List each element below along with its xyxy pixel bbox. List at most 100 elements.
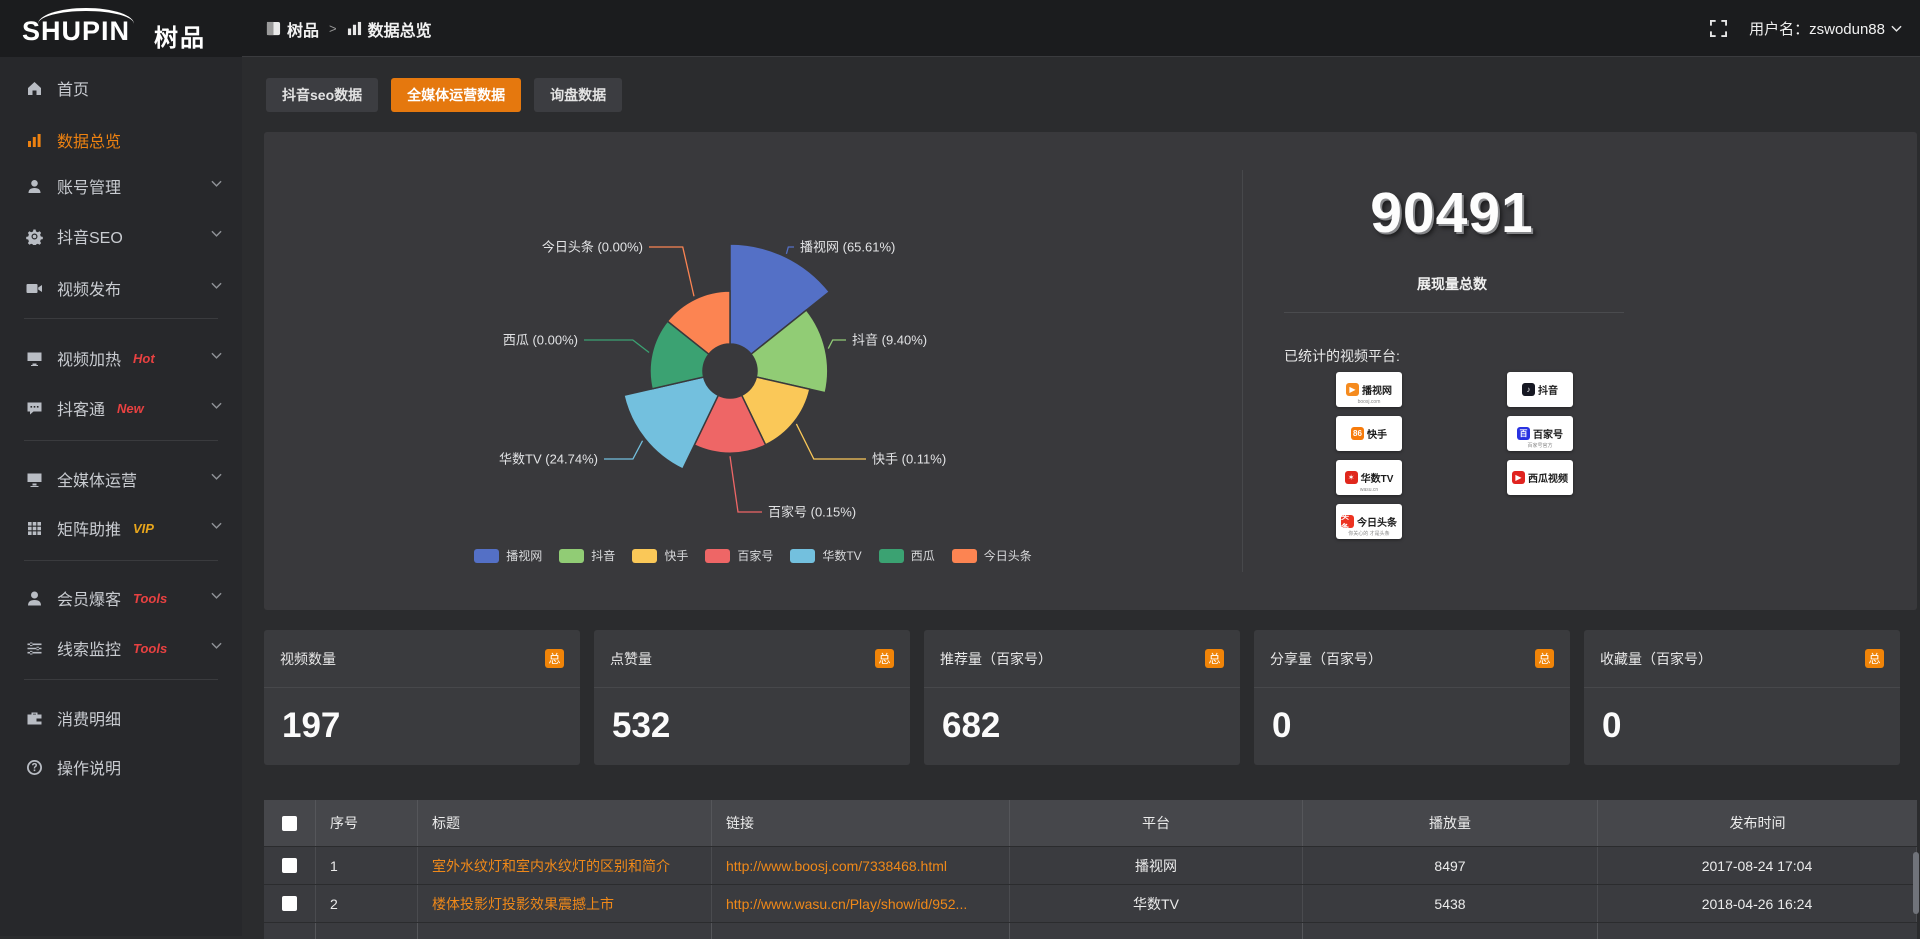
sidebar-item-8[interactable]: 全媒体运营 — [0, 459, 242, 499]
legend-item-快手[interactable]: 快手 — [632, 547, 688, 564]
legend-label: 快手 — [664, 547, 688, 564]
platform-logo-boosj-logo[interactable]: ▶ 播视网boosj.com — [1336, 372, 1402, 407]
platform-logo-kuaishou-logo[interactable]: 86 快手 — [1336, 416, 1402, 451]
tab-1[interactable]: 抖音seo数据 — [266, 78, 378, 112]
stat-card-2: 点赞量 总 532 — [594, 630, 910, 765]
stat-card-value: 532 — [612, 706, 670, 746]
pie-label-line — [786, 247, 794, 254]
cell-platform: 华数TV — [1010, 885, 1303, 922]
cell-plays: 5438 — [1303, 885, 1598, 922]
pie-label-播视网: 播视网 (65.61%) — [800, 240, 895, 255]
platform-name: 华数TV — [1361, 470, 1394, 485]
breadcrumb: 树品 > 数据总览 — [266, 0, 432, 57]
cell-time: 2017-08-24 17:04 — [1598, 847, 1917, 884]
cell-title-link[interactable]: 楼体投影灯投影效果震撼上市 — [418, 885, 712, 922]
sidebar-item-9[interactable]: 矩阵助推VIP — [0, 508, 242, 548]
pie-slice-华数TV[interactable] — [624, 377, 718, 469]
stat-card-header: 推荐量（百家号） 总 — [924, 630, 1240, 688]
tab-2[interactable]: 全媒体运营数据 — [391, 78, 521, 112]
total-badge[interactable]: 总 — [875, 649, 894, 668]
sidebar-item-label: 视频发布 — [57, 276, 121, 300]
overview-panel: 播视网 (65.61%)抖音 (9.40%)快手 (0.11%)百家号 (0.1… — [264, 132, 1917, 610]
legend-item-西瓜[interactable]: 西瓜 — [879, 547, 935, 564]
sidebar-item-5[interactable]: 视频发布 — [0, 268, 242, 308]
sidebar-item-badge: Hot — [133, 351, 155, 366]
legend-swatch — [474, 549, 499, 563]
stat-card-label: 视频数量 — [280, 649, 336, 669]
row-select-cell — [264, 847, 316, 884]
data-tabs: 抖音seo数据全媒体运营数据询盘数据 — [266, 78, 622, 112]
stat-card-value: 682 — [942, 706, 1000, 746]
cell-title-link[interactable]: 室外水纹灯和室内水纹灯的区别和简介 — [418, 847, 712, 884]
breadcrumb-item-current[interactable]: 数据总览 — [347, 17, 432, 41]
sidebar-divider — [24, 318, 218, 319]
user-menu[interactable]: 用户名：zswodun88 — [1749, 18, 1902, 39]
chevron-down-icon — [211, 180, 222, 188]
sidebar-item-12[interactable]: 消费明细 — [0, 698, 242, 738]
main-content: 抖音seo数据全媒体运营数据询盘数据 播视网 (65.61%)抖音 (9.40%… — [242, 57, 1920, 936]
total-badge[interactable]: 总 — [545, 649, 564, 668]
sidebar-item-label: 消费明细 — [57, 706, 121, 730]
legend-item-今日头条[interactable]: 今日头条 — [952, 547, 1032, 564]
sidebar: 首页数据总览账号管理抖音SEO 视频发布视频加热Hot 抖客通New 全媒体运营矩阵助… — [0, 57, 242, 936]
rose-chart-svg: 播视网 (65.61%)抖音 (9.40%)快手 (0.11%)百家号 (0.1… — [264, 132, 1242, 572]
sidebar-item-label: 账号管理 — [57, 174, 121, 198]
sidebar-item-label: 抖客通 — [57, 396, 105, 420]
chat-bubble-icon — [26, 400, 43, 417]
pie-label-快手: 快手 (0.11%) — [872, 452, 946, 467]
col-header-link: 链接 — [712, 800, 1010, 846]
select-all-checkbox[interactable] — [282, 816, 297, 831]
legend-swatch — [559, 549, 584, 563]
legend-swatch — [705, 549, 730, 563]
fullscreen-icon[interactable] — [1710, 20, 1727, 37]
cell-url-link[interactable]: http://www.wasu.cn/Play/show/id/952... — [712, 885, 1010, 922]
sidebar-item-11[interactable]: 线索监控Tools — [0, 628, 242, 668]
chart-legend: 播视网 抖音 快手 百家号 华数TV 西瓜 今日头条 — [264, 547, 1242, 564]
legend-swatch — [879, 549, 904, 563]
platform-logo-wasu-logo[interactable]: ✶ 华数TVwasu.cn — [1336, 460, 1402, 495]
platform-logo-xigua-logo[interactable]: ▶ 西瓜视频 — [1507, 460, 1573, 495]
row-checkbox[interactable] — [282, 858, 297, 873]
sidebar-item-2[interactable]: 数据总览 — [0, 120, 242, 160]
sidebar-item-3[interactable]: 账号管理 — [0, 166, 242, 206]
app-logo[interactable]: SHUPIN 树品 — [16, 8, 226, 50]
sidebar-item-6[interactable]: 视频加热Hot — [0, 338, 242, 378]
baijiahao-logo: 百 — [1517, 427, 1530, 440]
tab-3[interactable]: 询盘数据 — [534, 78, 622, 112]
platform-logo-baijiahao-logo[interactable]: 百 百家号百家号官方 — [1507, 416, 1573, 451]
page-scrollbar[interactable] — [1913, 0, 1919, 936]
legend-item-百家号[interactable]: 百家号 — [705, 547, 773, 564]
sidebar-item-1[interactable]: 首页 — [0, 68, 242, 108]
legend-swatch — [790, 549, 815, 563]
platform-logo-douyin-logo[interactable]: ♪ 抖音 — [1507, 372, 1573, 407]
sidebar-item-13[interactable]: 操作说明 — [0, 747, 242, 787]
table-row-2: 2 楼体投影灯投影效果震撼上市 http://www.wasu.cn/Play/… — [264, 885, 1917, 922]
wallet-icon — [26, 710, 43, 727]
legend-item-抖音[interactable]: 抖音 — [559, 547, 615, 564]
row-checkbox[interactable] — [282, 896, 297, 911]
legend-item-播视网[interactable]: 播视网 — [474, 547, 542, 564]
cell-url — [712, 923, 1010, 939]
sidebar-divider — [24, 560, 218, 561]
total-badge[interactable]: 总 — [1535, 649, 1554, 668]
breadcrumb-label: 树品 — [287, 17, 319, 41]
cell-url-link[interactable]: http://www.boosj.com/7338468.html — [712, 847, 1010, 884]
scrollbar-thumb[interactable] — [1913, 852, 1919, 914]
pie-label-百家号: 百家号 (0.15%) — [768, 505, 856, 520]
platform-logo-toutiao-logo[interactable]: 头条 今日头条你关心的 才是头条 — [1336, 504, 1402, 539]
gear-icon — [26, 228, 43, 245]
total-badge[interactable]: 总 — [1865, 649, 1884, 668]
legend-item-华数TV[interactable]: 华数TV — [790, 547, 861, 564]
sidebar-item-10[interactable]: 会员爆客Tools — [0, 578, 242, 618]
stat-card-label: 推荐量（百家号） — [940, 649, 1052, 669]
sidebar-item-7[interactable]: 抖客通New — [0, 388, 242, 428]
rose-chart: 播视网 (65.61%)抖音 (9.40%)快手 (0.11%)百家号 (0.1… — [264, 132, 1242, 572]
breadcrumb-item-home[interactable]: 树品 — [266, 17, 319, 41]
sidebar-divider — [24, 679, 218, 680]
wasu-logo: ✶ — [1345, 471, 1358, 484]
sidebar-item-4[interactable]: 抖音SEO — [0, 216, 242, 256]
col-header-time: 发布时间 — [1598, 800, 1917, 846]
total-badge[interactable]: 总 — [1205, 649, 1224, 668]
chevron-down-icon — [211, 642, 222, 650]
sidebar-item-label: 数据总览 — [57, 128, 121, 152]
